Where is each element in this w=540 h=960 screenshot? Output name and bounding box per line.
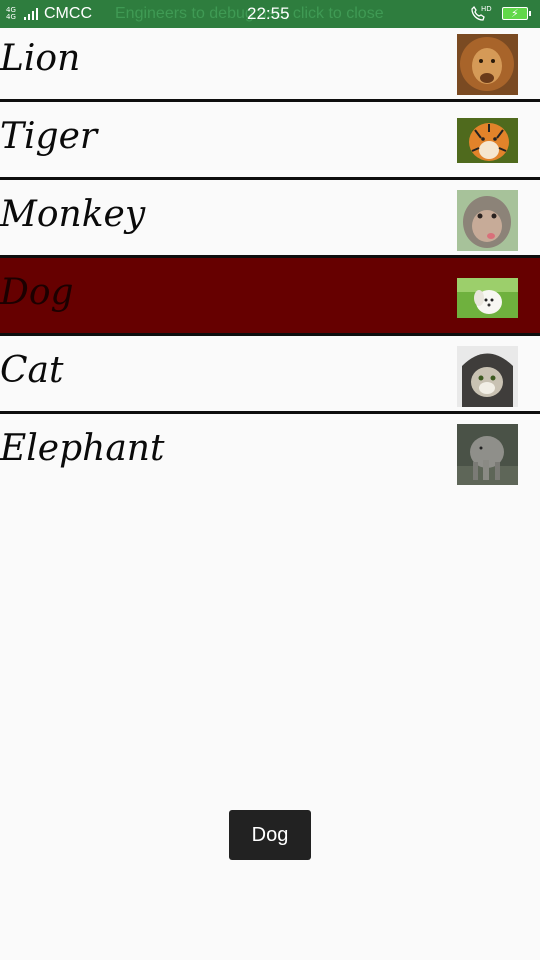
elephant-thumbnail	[457, 424, 518, 485]
hd-badge-text: HD	[481, 5, 492, 13]
charging-bolt-icon: ⚡	[511, 7, 519, 20]
list-item-label: Tiger	[0, 116, 98, 157]
clock: 22:55	[247, 4, 290, 23]
dog-thumbnail	[457, 278, 518, 318]
lion-thumbnail	[457, 34, 518, 95]
tiger-thumbnail	[457, 118, 518, 163]
battery-charging-icon: ⚡	[502, 7, 531, 20]
hd-call-icon: HD	[470, 4, 492, 22]
list-item-label: Elephant	[0, 428, 165, 469]
network-type-label: 4G 4G	[6, 6, 16, 21]
list-item-label: Dog	[0, 272, 74, 313]
list-item-monkey[interactable]: Monkey	[0, 180, 540, 258]
list-item-label: Lion	[0, 38, 81, 79]
cat-thumbnail	[457, 346, 518, 407]
carrier-name: CMCC	[44, 5, 92, 22]
list-item-label: Monkey	[0, 194, 146, 235]
monkey-thumbnail	[457, 190, 518, 251]
list-item-dog[interactable]: Dog	[0, 258, 540, 336]
list-item-cat[interactable]: Cat	[0, 336, 540, 414]
animal-list: Lion Tiger Monkey Dog Cat Elephant	[0, 24, 540, 492]
list-item-elephant[interactable]: Elephant	[0, 414, 540, 492]
list-item-label: Cat	[0, 350, 64, 391]
toast-message: Dog	[229, 810, 311, 860]
signal-strength-icon	[24, 8, 40, 20]
status-left: 4G 4G CMCC	[6, 4, 92, 24]
list-item-lion[interactable]: Lion	[0, 24, 540, 102]
list-item-tiger[interactable]: Tiger	[0, 102, 540, 180]
